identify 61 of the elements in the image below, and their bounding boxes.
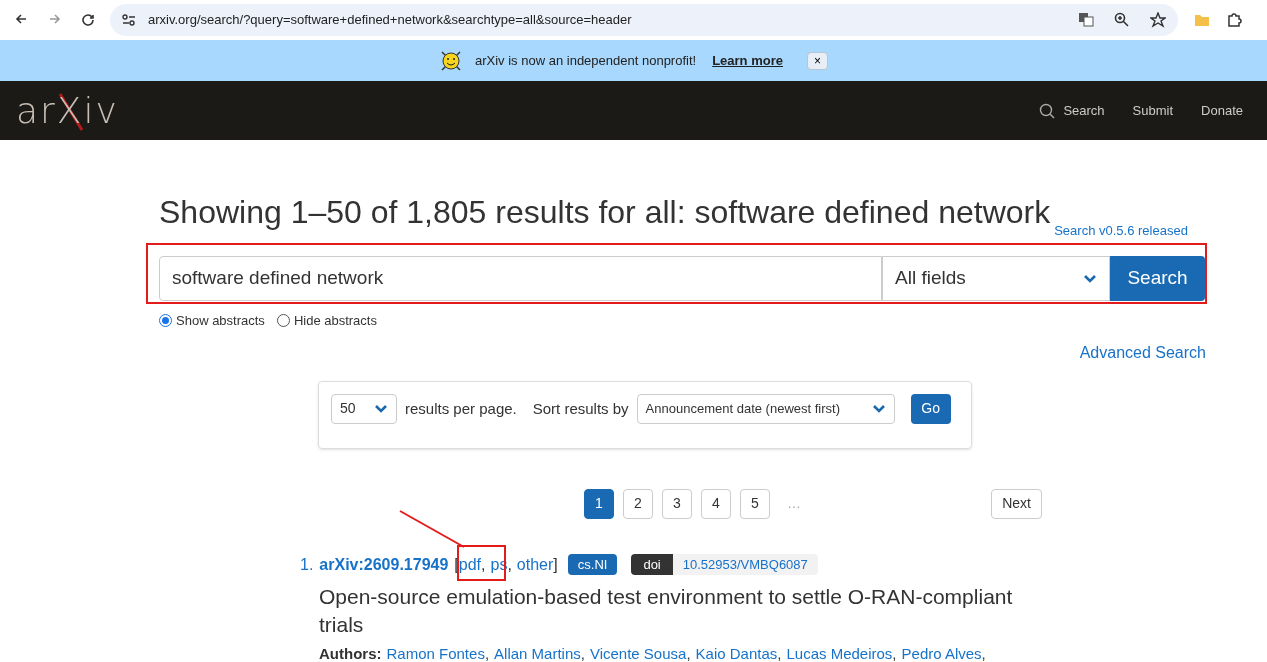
comma: , bbox=[981, 643, 986, 662]
page-button[interactable]: 2 bbox=[623, 488, 653, 519]
next-button[interactable]: Next bbox=[991, 488, 1042, 519]
comma: , bbox=[777, 643, 782, 662]
author-link[interactable]: Allan Martins bbox=[494, 642, 581, 662]
category-tag[interactable]: cs.NI bbox=[567, 553, 618, 576]
comma: , bbox=[686, 643, 691, 662]
per-page-label: results per page. bbox=[405, 398, 517, 419]
go-button[interactable]: Go bbox=[910, 393, 951, 424]
learn-more-link[interactable]: Learn more bbox=[712, 50, 783, 71]
sort-select[interactable]: Announcement date (newest first) bbox=[636, 393, 895, 424]
page-button[interactable]: 1 bbox=[584, 488, 614, 519]
chevron-icon bbox=[1083, 273, 1097, 284]
search-icon bbox=[1039, 102, 1056, 119]
search-field[interactable]: software defined network bbox=[159, 256, 882, 301]
author-link[interactable]: Vicente Sousa bbox=[589, 642, 687, 662]
smiley-icon bbox=[439, 48, 463, 73]
radio-option[interactable]: Show abstracts bbox=[159, 311, 265, 331]
url-text: arxiv.org/search/?query=software+defined+network&searchtype=all&source=header bbox=[148, 11, 633, 30]
result-title: Open-source emulation-based test environment to settle O-RAN-compliant trials bbox=[319, 583, 1014, 638]
doi-link[interactable]: 10.52953/VMBQ6087 bbox=[672, 553, 818, 576]
arxiv-id-link[interactable]: arXiv:2609.17949 bbox=[319, 552, 449, 577]
chevron-icon bbox=[871, 403, 886, 414]
sort-label: Sort results by bbox=[532, 398, 629, 419]
page-heading: Showing 1–50 of 1,805 results for all: software defined network bbox=[159, 193, 1051, 232]
search-button[interactable]: Search bbox=[1110, 256, 1205, 301]
release-link[interactable]: Search v0.5.6 released bbox=[1054, 220, 1188, 240]
page-button[interactable]: 5 bbox=[740, 488, 770, 519]
site-settings-icon[interactable] bbox=[122, 14, 136, 26]
author-link[interactable]: Pedro Alves bbox=[901, 642, 982, 662]
nav-link[interactable]: Search bbox=[1039, 100, 1105, 121]
per-page-select[interactable]: 50 bbox=[331, 393, 397, 424]
page-button[interactable]: 3 bbox=[662, 488, 692, 519]
ellipsis: … bbox=[787, 494, 801, 513]
puzzle-icon[interactable] bbox=[1226, 12, 1242, 28]
chevron-icon bbox=[374, 403, 388, 414]
close-button[interactable]: × bbox=[806, 51, 828, 70]
translate-icon[interactable] bbox=[1078, 12, 1094, 28]
comma: , bbox=[892, 643, 897, 662]
authors-label: Authors: bbox=[319, 643, 382, 662]
comma: , bbox=[481, 554, 486, 575]
page-button[interactable]: 4 bbox=[701, 488, 731, 519]
comma: , bbox=[507, 554, 512, 575]
annotation-box bbox=[457, 545, 506, 581]
field-select[interactable]: All fields bbox=[882, 256, 1110, 301]
banner-text: arXiv is now an independent nonprofit! bbox=[475, 51, 697, 70]
format-link[interactable]: pdf bbox=[458, 552, 482, 577]
result-number: 1. bbox=[300, 554, 314, 575]
nav-link[interactable]: Submit bbox=[1132, 100, 1174, 121]
star-icon[interactable] bbox=[1150, 12, 1166, 28]
doi-label: doi bbox=[631, 553, 673, 576]
zoom-icon[interactable] bbox=[1114, 12, 1130, 28]
radio-option[interactable]: Hide abstracts bbox=[276, 311, 377, 331]
advanced-search-link[interactable]: Advanced Search bbox=[1079, 340, 1206, 365]
nav-link[interactable]: Donate bbox=[1201, 100, 1243, 121]
author-link[interactable]: Ramon Fontes bbox=[386, 642, 485, 662]
comma: , bbox=[580, 643, 585, 662]
address-bar[interactable]: arxiv.org/search/?query=software+defined+network&searchtype=all&source=header bbox=[110, 4, 1178, 36]
comma: , bbox=[484, 643, 490, 662]
format-link[interactable]: other bbox=[516, 552, 554, 577]
bracket: ] bbox=[553, 554, 558, 575]
